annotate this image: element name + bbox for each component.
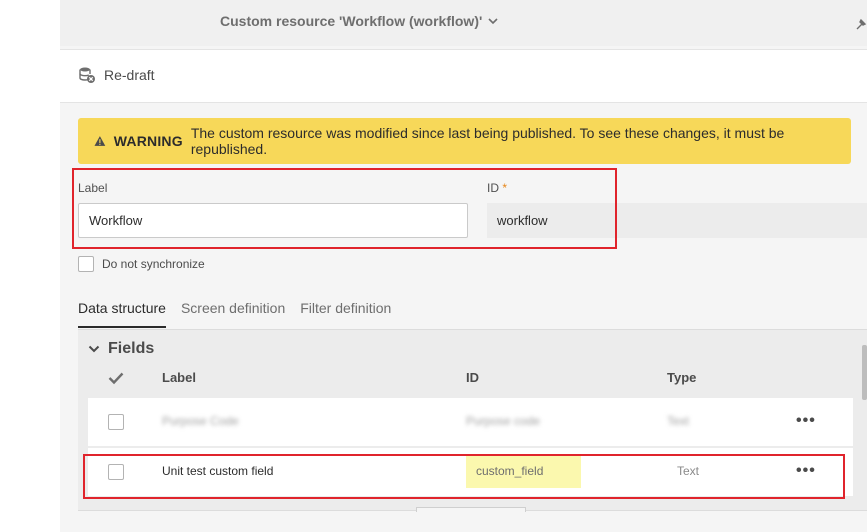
select-all-check-icon[interactable] [108,371,124,385]
required-marker: * [502,181,508,195]
action-toolbar: Re-draft [60,49,867,103]
warning-message: The custom resource was modified since l… [190,125,785,157]
tab-screen-definition[interactable]: Screen definition [181,300,285,328]
label-field[interactable]: Workflow [78,203,468,238]
fields-section-title: Fields [108,340,155,357]
chevron-down-icon [488,18,498,25]
row-more-actions-icon[interactable]: ••• [796,462,816,480]
sync-checkbox-label: Do not synchronize [102,257,205,271]
column-header-id[interactable]: ID [466,370,479,385]
tab-bar: Data structure Screen definition Filter … [78,300,391,328]
title-bar: Custom resource 'Workflow (workflow)' [60,0,867,46]
resource-title-dropdown[interactable]: Custom resource 'Workflow (workflow)' [220,13,498,29]
main-panel: Custom resource 'Workflow (workflow)' Re… [60,0,867,532]
left-margin [0,0,60,532]
redraft-label: Re-draft [104,67,155,83]
bottom-handle [416,507,526,512]
table-row[interactable]: Unit test custom field custom_field Text… [88,448,853,496]
vertical-scrollbar[interactable] [862,345,867,400]
row-type: Text [667,414,690,428]
row-label: Unit test custom field [162,464,274,478]
pin-icon[interactable] [855,18,867,30]
label-caption: Label [78,181,108,195]
row-checkbox[interactable] [108,414,124,430]
fields-section: Fields Label ID Type Purpose Code Purpos… [78,330,867,511]
do-not-synchronize-checkbox[interactable] [78,256,94,272]
row-type: Text [677,464,700,478]
tab-data-structure[interactable]: Data structure [78,300,166,328]
id-caption-group: ID * [487,181,507,195]
tab-filter-definition[interactable]: Filter definition [300,300,391,328]
column-header-label[interactable]: Label [162,370,196,385]
chevron-down-icon [88,345,100,353]
database-reset-icon [79,67,95,83]
row-label: Purpose Code [162,414,239,428]
warning-label: WARNING [113,133,183,149]
redraft-button[interactable]: Re-draft [78,66,155,84]
id-field-value: workflow [497,213,548,228]
page-title: Custom resource 'Workflow (workflow)' [220,13,483,29]
fields-section-toggle[interactable]: Fields [88,340,154,358]
table-row[interactable]: Purpose Code Purpose code Text ••• [88,398,853,446]
row-id: custom_field [476,464,544,478]
row-id: Purpose code [466,414,541,428]
id-field: workflow [487,203,867,238]
row-checkbox[interactable] [108,464,124,480]
id-caption: ID [487,181,499,195]
sync-option[interactable]: Do not synchronize [78,256,205,272]
warning-banner: WARNING The custom resource was modified… [78,118,851,164]
column-header-type[interactable]: Type [667,370,696,385]
label-field-value: Workflow [89,213,143,228]
row-more-actions-icon[interactable]: ••• [796,412,816,430]
alert-triangle-icon [94,136,106,146]
